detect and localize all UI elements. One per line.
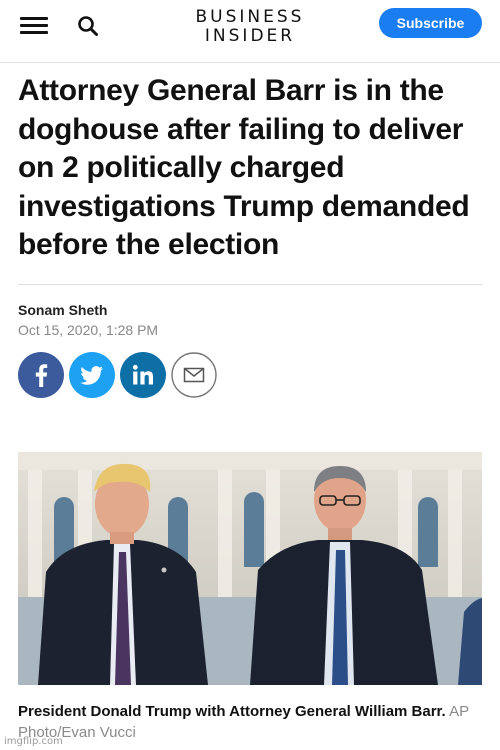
author-name[interactable]: Sonam Sheth — [18, 302, 107, 318]
hamburger-menu-icon[interactable] — [20, 15, 48, 35]
divider — [18, 284, 482, 285]
logo-line-2: INSIDER — [204, 26, 296, 46]
twitter-share-button[interactable] — [69, 352, 115, 398]
business-insider-logo[interactable]: BUSINESS INSIDER — [170, 8, 330, 46]
photo-caption: President Donald Trump with Attorney Gen… — [18, 701, 482, 743]
facebook-share-button[interactable] — [18, 352, 64, 398]
article-headline: Attorney General Barr is in the doghouse… — [18, 74, 470, 261]
subscribe-button[interactable]: Subscribe — [379, 8, 482, 38]
search-icon[interactable] — [76, 14, 100, 38]
share-buttons — [18, 352, 238, 400]
caption-text: President Donald Trump with Attorney Gen… — [18, 703, 446, 720]
linkedin-icon — [120, 352, 166, 398]
twitter-icon — [69, 352, 115, 398]
article-photo — [18, 452, 482, 685]
publish-date: Oct 15, 2020, 1:28 PM — [18, 322, 159, 338]
imgflip-watermark: imgflip.com — [4, 736, 63, 747]
logo-line-1: BUSINESS — [195, 7, 305, 27]
linkedin-share-button[interactable] — [120, 352, 166, 398]
email-icon — [171, 352, 217, 398]
email-share-button[interactable] — [171, 352, 217, 398]
top-navigation-bar: BUSINESS INSIDER Subscribe — [0, 0, 500, 63]
facebook-icon — [18, 352, 64, 398]
